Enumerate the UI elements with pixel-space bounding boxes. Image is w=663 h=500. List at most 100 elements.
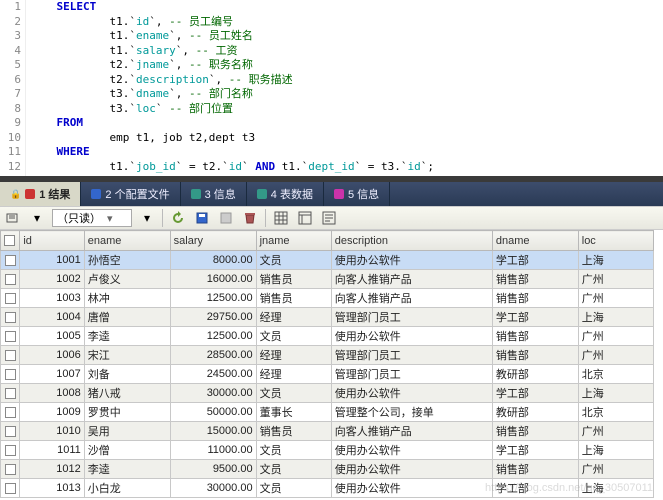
table-row[interactable]: 1013小白龙30000.00文员使用办公软件学工部上海 [1,479,654,498]
tab-5[interactable]: 5 信息 [324,182,390,206]
cell-salary[interactable]: 24500.00 [170,365,256,384]
cell-ename[interactable]: 卢俊义 [84,270,170,289]
row-checkbox[interactable] [1,251,20,270]
cell-jname[interactable]: 文员 [256,327,331,346]
cell-ename[interactable]: 林冲 [84,289,170,308]
cell-id[interactable]: 1008 [20,384,84,403]
table-row[interactable]: 1011沙僧11000.00文员使用办公软件学工部上海 [1,441,654,460]
delete-button[interactable] [241,209,259,227]
cell-loc[interactable]: 上海 [578,441,653,460]
cell-dname[interactable]: 销售部 [492,422,578,441]
cell-description[interactable]: 使用办公软件 [331,384,492,403]
refresh-button[interactable] [169,209,187,227]
tab-1[interactable]: 🔒1 结果 [0,182,81,206]
column-ename[interactable]: ename [84,231,170,251]
row-checkbox[interactable] [1,365,20,384]
cell-id[interactable]: 1012 [20,460,84,479]
tab-2[interactable]: 2 个配置文件 [81,182,180,206]
cell-id[interactable]: 1004 [20,308,84,327]
cell-dname[interactable]: 学工部 [492,251,578,270]
cell-dname[interactable]: 学工部 [492,441,578,460]
cell-description[interactable]: 使用办公软件 [331,441,492,460]
cell-salary[interactable]: 13000.00 [170,498,256,499]
column-id[interactable]: id [20,231,84,251]
table-row[interactable]: 1002卢俊义16000.00销售员向客人推销产品销售部广州 [1,270,654,289]
cell-loc[interactable]: 北京 [578,365,653,384]
row-checkbox[interactable] [1,498,20,499]
cell-description[interactable]: 向客人推销产品 [331,422,492,441]
cell-description[interactable]: 使用办公软件 [331,479,492,498]
cell-loc[interactable]: 广州 [578,289,653,308]
cell-id[interactable]: 1013 [20,479,84,498]
cell-description[interactable]: 向客人推销产品 [331,289,492,308]
cell-jname[interactable]: 经理 [256,308,331,327]
cell-salary[interactable]: 28500.00 [170,346,256,365]
code-area[interactable]: SELECT t1.`id`, -- 员工编号 t1.`ename`, -- 员… [26,0,434,176]
cell-ename[interactable]: 罗贯中 [84,403,170,422]
table-row[interactable]: 1008猪八戒30000.00文员使用办公软件学工部上海 [1,384,654,403]
cell-loc[interactable]: 广州 [578,346,653,365]
table-row[interactable]: 1004唐僧29750.00经理管理部门员工学工部上海 [1,308,654,327]
cell-id[interactable]: 1001 [20,251,84,270]
cell-salary[interactable]: 8000.00 [170,251,256,270]
table-row[interactable]: 1014关羽13000.00文员使用办公软件教研部北京 [1,498,654,499]
cell-ename[interactable]: 关羽 [84,498,170,499]
cell-jname[interactable]: 销售员 [256,422,331,441]
cell-loc[interactable]: 广州 [578,460,653,479]
table-row[interactable]: 1001孙悟空8000.00文员使用办公软件学工部上海 [1,251,654,270]
cell-dname[interactable]: 销售部 [492,346,578,365]
cell-salary[interactable]: 30000.00 [170,384,256,403]
table-row[interactable]: 1010吴用15000.00销售员向客人推销产品销售部广州 [1,422,654,441]
mode-dropdown[interactable]: （只读） [52,209,132,227]
save-button[interactable] [193,209,211,227]
cell-description[interactable]: 管理部门员工 [331,346,492,365]
cell-id[interactable]: 1005 [20,327,84,346]
cell-ename[interactable]: 宋江 [84,346,170,365]
cell-id[interactable]: 1007 [20,365,84,384]
result-grid[interactable]: idenamesalaryjnamedescriptiondnameloc100… [0,230,654,498]
cell-dname[interactable]: 销售部 [492,327,578,346]
tab-4[interactable]: 4 表数据 [247,182,324,206]
cell-id[interactable]: 1011 [20,441,84,460]
grid-view-button[interactable] [272,209,290,227]
table-row[interactable]: 1003林冲12500.00销售员向客人推销产品销售部广州 [1,289,654,308]
dropdown-arrow-2[interactable]: ▾ [138,209,156,227]
row-checkbox[interactable] [1,403,20,422]
cell-salary[interactable]: 12500.00 [170,289,256,308]
cell-loc[interactable]: 上海 [578,308,653,327]
table-row[interactable]: 1012李逵9500.00文员使用办公软件销售部广州 [1,460,654,479]
column-loc[interactable]: loc [578,231,653,251]
cell-loc[interactable]: 上海 [578,384,653,403]
cell-salary[interactable]: 11000.00 [170,441,256,460]
export-button[interactable] [4,209,22,227]
cell-description[interactable]: 使用办公软件 [331,251,492,270]
cell-jname[interactable]: 文员 [256,251,331,270]
tab-3[interactable]: 3 信息 [181,182,247,206]
row-checkbox[interactable] [1,346,20,365]
cell-jname[interactable]: 文员 [256,441,331,460]
cell-ename[interactable]: 李逵 [84,327,170,346]
cell-salary[interactable]: 29750.00 [170,308,256,327]
cell-id[interactable]: 1003 [20,289,84,308]
cell-dname[interactable]: 销售部 [492,289,578,308]
cell-ename[interactable]: 李逵 [84,460,170,479]
cell-ename[interactable]: 吴用 [84,422,170,441]
cell-ename[interactable]: 猪八戒 [84,384,170,403]
cell-ename[interactable]: 孙悟空 [84,251,170,270]
table-row[interactable]: 1005李逵12500.00文员使用办公软件销售部广州 [1,327,654,346]
cell-id[interactable]: 1009 [20,403,84,422]
table-row[interactable]: 1007刘备24500.00经理管理部门员工教研部北京 [1,365,654,384]
cell-dname[interactable]: 教研部 [492,498,578,499]
cell-salary[interactable]: 9500.00 [170,460,256,479]
cell-ename[interactable]: 唐僧 [84,308,170,327]
cell-jname[interactable]: 董事长 [256,403,331,422]
text-view-button[interactable] [320,209,338,227]
cell-salary[interactable]: 16000.00 [170,270,256,289]
dropdown-arrow[interactable]: ▾ [28,209,46,227]
cell-ename[interactable]: 刘备 [84,365,170,384]
cell-dname[interactable]: 销售部 [492,270,578,289]
form-view-button[interactable] [296,209,314,227]
cell-loc[interactable]: 广州 [578,327,653,346]
cell-ename[interactable]: 沙僧 [84,441,170,460]
checkbox-header[interactable] [1,231,20,251]
